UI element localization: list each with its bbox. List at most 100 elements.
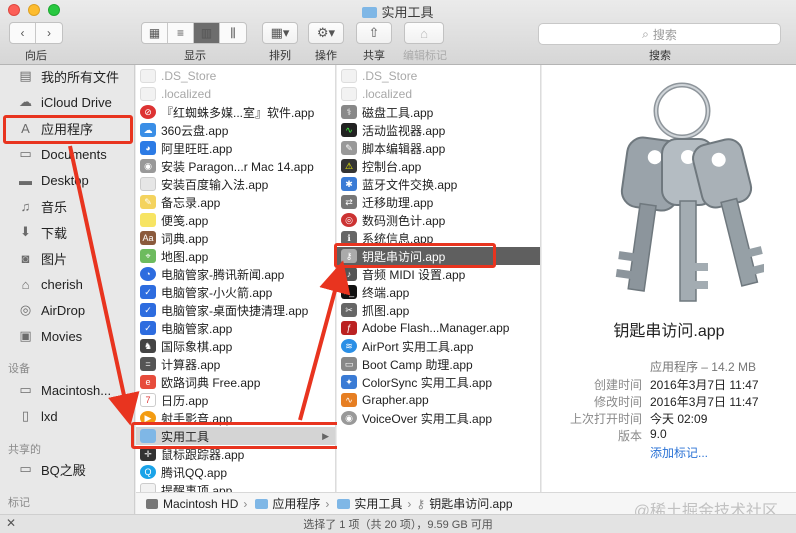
list-icon: ≡ (176, 26, 184, 40)
app-icon: e (140, 375, 156, 389)
list-item[interactable]: ✂ 抓图.app (337, 301, 540, 319)
path-segment-disk[interactable]: Macintosh HD (163, 497, 238, 511)
list-item[interactable]: ✓ 电脑管家-桌面快捷清理.app (136, 301, 335, 319)
list-item[interactable]: ✱ 蓝牙文件交换.app (337, 175, 540, 193)
disk-icon (146, 498, 158, 509)
list-item[interactable]: e 欧路词典 Free.app (136, 373, 335, 391)
app-icon: ⇄ (341, 195, 357, 209)
file-icon (140, 87, 156, 101)
path-segment-applications[interactable]: 应用程序 (272, 495, 320, 512)
share-button[interactable]: ⇧ (356, 22, 392, 44)
list-item[interactable]: ◕ 阿里旺旺.app (136, 139, 335, 157)
action-button[interactable]: ⚙▾ (308, 22, 344, 44)
app-icon: ▭ (341, 357, 357, 371)
toolbar: 实用工具 ‹ › 向后 ▦ ≡ ▥ ⫼ 显示 ▦▾ 排列 ⚙▾ 操作 ⇧ 共享 … (0, 0, 796, 65)
list-item[interactable]: ✓ 电脑管家-小火箭.app (136, 283, 335, 301)
list-item[interactable]: ◎ 数码测色计.app (337, 211, 540, 229)
app-icon: ✂ (341, 303, 357, 317)
airdrop-icon: ◎ (19, 302, 32, 317)
add-tags-link[interactable]: 添加标记... (650, 444, 708, 461)
list-item[interactable]: .DS_Store (337, 67, 540, 85)
sidebar-item-desktop[interactable]: ▬ Desktop (0, 169, 134, 191)
sidebar-item-icloud[interactable]: ☁ iCloud Drive (0, 91, 134, 113)
arrange-button[interactable]: ▦▾ (262, 22, 298, 44)
list-item[interactable]: .localized (337, 85, 540, 103)
list-item[interactable]: 安装百度输入法.app (136, 175, 335, 193)
list-item[interactable]: ⌖ 地图.app (136, 247, 335, 265)
list-item[interactable]: ✓ 电脑管家.app (136, 319, 335, 337)
coverflow-view-button[interactable]: ⫼ (220, 23, 246, 43)
utilities-annotation-box (131, 422, 341, 449)
folder-icon (362, 7, 378, 18)
column-view-button[interactable]: ▥ (194, 23, 220, 43)
sidebar-item-downloads[interactable]: ⬇ 下载 (0, 221, 134, 243)
app-icon: ⊘ (140, 105, 156, 119)
list-item[interactable]: .DS_Store (136, 67, 335, 85)
edit-tags-button[interactable]: ⌂ (404, 22, 444, 44)
list-item[interactable]: 7 日历.app (136, 391, 335, 409)
sidebar-item-movies[interactable]: ▣ Movies (0, 325, 134, 347)
list-item[interactable]: ✦ ColorSync 实用工具.app (337, 373, 540, 391)
list-item[interactable]: ✎ 脚本编辑器.app (337, 139, 540, 157)
sidebar-item-airdrop[interactable]: ◎ AirDrop (0, 299, 134, 321)
sidebar-item-lxd[interactable]: ▯ lxd (0, 405, 134, 427)
path-segment-utilities[interactable]: 实用工具 (354, 495, 402, 512)
window-title-text: 实用工具 (381, 5, 434, 20)
home-icon: ⌂ (21, 276, 30, 292)
sidebar-item-macintosh-hd[interactable]: ▭ Macintosh... (0, 379, 134, 401)
sidebar-item-documents[interactable]: ▭ Documents (0, 143, 134, 165)
list-item[interactable]: ⚕ 磁盘工具.app (337, 103, 540, 121)
list-item[interactable]: ⚠ 控制台.app (337, 157, 540, 175)
app-icon: ♞ (140, 339, 156, 353)
app-icon: ⌖ (140, 249, 156, 263)
search-label: 搜索 (649, 50, 671, 62)
monitor-icon: ▭ (19, 461, 32, 476)
grid-icon: ▦ (148, 26, 161, 40)
list-item[interactable]: ✎ 备忘录.app (136, 193, 335, 211)
forward-button[interactable]: › (36, 23, 62, 43)
list-item[interactable]: Q 腾讯QQ.app (136, 463, 335, 481)
devices-header: 设备 (8, 363, 30, 375)
list-item[interactable]: ⇄ 迁移助理.app (337, 193, 540, 211)
list-item[interactable]: 便笺.app (136, 211, 335, 229)
list-item[interactable]: ♞ 国际象棋.app (136, 337, 335, 355)
list-item[interactable]: ≋ AirPort 实用工具.app (337, 337, 540, 355)
app-icon: ∿ (341, 393, 357, 407)
list-item[interactable]: Aa 词典.app (136, 229, 335, 247)
app-icon: Aa (140, 231, 156, 245)
list-item[interactable]: ∿ Grapher.app (337, 391, 540, 409)
app-icon (140, 177, 156, 191)
music-icon: ♫ (20, 198, 31, 214)
back-button[interactable]: ‹ (10, 23, 36, 43)
sidebar-item-bq[interactable]: ▭ BQ之殿 (0, 458, 134, 480)
all-files-icon: ▤ (19, 68, 32, 83)
list-item[interactable]: ◉ VoiceOver 实用工具.app (337, 409, 540, 427)
list-item[interactable]: = 计算器.app (136, 355, 335, 373)
list-item[interactable]: >_ 终端.app (337, 283, 540, 301)
sidebar-item-music[interactable]: ♫ 音乐 (0, 195, 134, 217)
sidebar-item-pictures[interactable]: ◙ 图片 (0, 247, 134, 269)
list-item[interactable]: ◉ 安装 Paragon...r Mac 14.app (136, 157, 335, 175)
meta-opened-value: 今天 02:09 (650, 412, 708, 426)
icon-view-button[interactable]: ▦ (142, 23, 168, 43)
keychain-annotation-box (334, 243, 496, 268)
tag-icon: ⌂ (420, 25, 428, 41)
path-separator-icon: › (325, 496, 330, 511)
edit-tags-label: 编辑标记 (403, 50, 447, 62)
close-tab-icon[interactable]: ✕ (6, 516, 16, 530)
path-segment-keychain[interactable]: 钥匙串访问.app (429, 495, 512, 512)
list-view-button[interactable]: ≡ (168, 23, 194, 43)
gear-icon: ⚙▾ (316, 25, 336, 40)
app-icon: ƒ (341, 321, 357, 335)
search-input[interactable]: ⌕ 搜索 (538, 23, 781, 45)
sidebar-item-home[interactable]: ⌂ cherish (0, 273, 134, 295)
list-item[interactable]: .localized (136, 85, 335, 103)
sidebar-item-all-files[interactable]: ▤ 我的所有文件 (0, 65, 134, 87)
list-item[interactable]: ⊘ 『红蜘蛛多媒...室』软件.app (136, 103, 335, 121)
list-item[interactable]: ◔ 电脑管家-腾讯新闻.app (136, 265, 335, 283)
app-icon: ≋ (341, 339, 357, 353)
list-item[interactable]: ∿ 活动监视器.app (337, 121, 540, 139)
list-item[interactable]: ƒ Adobe Flash...Manager.app (337, 319, 540, 337)
list-item[interactable]: ▭ Boot Camp 助理.app (337, 355, 540, 373)
list-item[interactable]: ☁ 360云盘.app (136, 121, 335, 139)
